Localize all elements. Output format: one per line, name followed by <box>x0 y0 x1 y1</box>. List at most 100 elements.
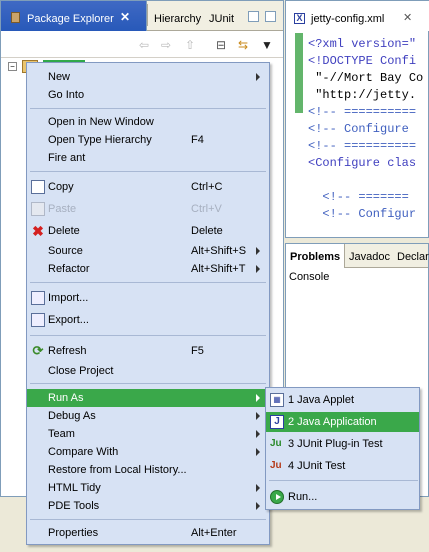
submenu-arrow-icon <box>256 430 260 438</box>
menu-accelerator: F5 <box>191 345 204 357</box>
menu-item-label: Refresh <box>48 345 87 357</box>
export-icon <box>31 313 45 327</box>
menu-item-label: Restore from Local History... <box>48 464 187 476</box>
import-icon <box>31 291 45 305</box>
copy-icon <box>31 180 45 194</box>
menu-separator <box>30 383 266 384</box>
menu-item-html-tidy[interactable]: HTML Tidy <box>27 479 269 497</box>
menu-item-label: Properties <box>48 527 99 539</box>
tab-divider <box>147 4 148 26</box>
menu-item-compare-with[interactable]: Compare With <box>27 443 269 461</box>
menu-accelerator: Delete <box>191 225 223 237</box>
menu-accelerator: Ctrl+C <box>191 181 223 193</box>
menu-item-run-as[interactable]: Run As <box>27 389 269 407</box>
menu-item-label: New <box>48 71 71 83</box>
menu-item-label: Paste <box>48 203 77 215</box>
package-explorer-tabbar: Package Explorer ✕ Hierarchy JUnit <box>1 1 283 31</box>
menu-item-label: Fire ant <box>48 152 86 164</box>
tree-collapse-icon[interactable]: − <box>8 62 17 71</box>
view-menu-icon[interactable]: ▼ <box>259 38 275 52</box>
menu-separator <box>269 480 418 481</box>
menu-item-open-type-hierarchy[interactable]: Open Type Hierarchy F4 <box>27 131 269 149</box>
menu-item-import[interactable]: Import... <box>27 289 269 307</box>
xml-file-icon: X <box>294 13 305 24</box>
submenu-item-java-application[interactable]: J 2 Java Application <box>266 412 419 432</box>
link-with-editor-icon[interactable]: ⇆ <box>235 38 251 52</box>
menu-item-copy[interactable]: Copy Ctrl+C <box>27 178 269 196</box>
menu-item-refactor[interactable]: Refactor Alt+Shift+T <box>27 260 269 278</box>
menu-item-label: PDE Tools <box>48 500 100 512</box>
menu-item-properties[interactable]: Properties Alt+Enter <box>27 524 269 542</box>
forward-arrow-icon[interactable]: ⇨ <box>158 38 174 52</box>
submenu-item-java-applet[interactable]: ▦ 1 Java Applet <box>266 390 419 410</box>
junit-icon: Ju <box>270 460 282 471</box>
menu-item-new[interactable]: New <box>27 68 269 86</box>
menu-accelerator: Alt+Shift+T <box>191 263 246 275</box>
menu-item-close-project[interactable]: Close Project <box>27 362 269 380</box>
submenu-item-label: Run... <box>288 491 318 503</box>
menu-item-label: Compare With <box>48 446 119 458</box>
menu-item-open-new-window[interactable]: Open in New Window <box>27 113 269 131</box>
submenu-arrow-icon <box>256 448 260 456</box>
menu-accelerator: F4 <box>191 134 204 146</box>
menu-item-refresh[interactable]: ⟳ Refresh F5 <box>27 342 269 360</box>
code-line: <!-- Configure <box>308 122 417 136</box>
menu-item-restore-local-history[interactable]: Restore from Local History... <box>27 461 269 479</box>
tab-junit[interactable]: JUnit <box>209 13 234 25</box>
menu-item-fire-ant[interactable]: Fire ant <box>27 149 269 167</box>
menu-item-debug-as[interactable]: Debug As <box>27 407 269 425</box>
run-icon <box>270 490 284 504</box>
context-menu: New Go Into Open in New Window Open Type… <box>26 62 270 545</box>
menu-item-go-into[interactable]: Go Into <box>27 86 269 104</box>
menu-item-team[interactable]: Team <box>27 425 269 443</box>
tab-package-explorer[interactable]: Package Explorer ✕ <box>1 1 147 31</box>
submenu-item-junit-test[interactable]: Ju 4 JUnit Test <box>266 456 419 476</box>
menu-separator <box>30 519 266 520</box>
editor-change-ruler <box>295 33 303 113</box>
submenu-arrow-icon <box>256 502 260 510</box>
editor-tabbar: X jetty-config.xml ✕ <box>286 1 429 31</box>
code-line: <!-- ======= <box>308 190 409 204</box>
java-application-icon: J <box>270 415 284 429</box>
tab-jetty-config[interactable]: X jetty-config.xml ✕ <box>286 1 429 31</box>
java-applet-icon: ▦ <box>270 393 284 407</box>
menu-item-label: HTML Tidy <box>48 482 101 494</box>
editor-area: X jetty-config.xml ✕ <?xml version=" <!D… <box>285 0 429 238</box>
menu-item-paste: Paste Ctrl+V <box>27 200 269 218</box>
tab-console[interactable]: Console <box>289 271 329 283</box>
editor-tab-label: jetty-config.xml <box>311 13 385 25</box>
menu-separator <box>30 108 266 109</box>
menu-item-label: Open in New Window <box>48 116 154 128</box>
tab-problems[interactable]: Problems <box>286 244 346 268</box>
submenu-item-junit-plugin-test[interactable]: Ju 3 JUnit Plug-in Test <box>266 434 419 454</box>
code-line: "http://jetty. <box>308 88 417 102</box>
submenu-arrow-icon <box>256 412 260 420</box>
menu-item-source[interactable]: Source Alt+Shift+S <box>27 242 269 260</box>
menu-accelerator: Alt+Enter <box>191 527 237 539</box>
menu-item-export[interactable]: Export... <box>27 311 269 329</box>
close-icon[interactable]: ✕ <box>118 10 132 24</box>
close-icon[interactable]: ✕ <box>403 11 412 24</box>
menu-accelerator: Ctrl+V <box>191 203 222 215</box>
submenu-item-label: 2 Java Application <box>288 416 377 428</box>
collapse-all-icon[interactable]: ⊟ <box>213 38 229 52</box>
submenu-item-run[interactable]: Run... <box>266 487 419 507</box>
menu-item-label: Import... <box>48 292 89 304</box>
menu-item-label: Run As <box>48 392 84 404</box>
submenu-arrow-icon <box>256 484 260 492</box>
maximize-icon[interactable] <box>265 11 276 22</box>
up-folder-icon[interactable]: ⇧ <box>182 38 198 52</box>
tab-declaration[interactable]: Declara <box>397 251 429 263</box>
tab-package-explorer-label: Package Explorer <box>27 13 114 25</box>
menu-item-delete[interactable]: ✖ Delete Delete <box>27 222 269 240</box>
menu-item-label: Source <box>48 245 83 257</box>
code-line: <!-- Configur <box>308 207 417 221</box>
menu-item-pde-tools[interactable]: PDE Tools <box>27 497 269 515</box>
minimize-icon[interactable] <box>248 11 259 22</box>
back-arrow-icon[interactable]: ⇦ <box>136 38 152 52</box>
tab-hierarchy[interactable]: Hierarchy <box>154 13 201 25</box>
submenu-item-label: 4 JUnit Test <box>288 460 346 472</box>
package-explorer-icon <box>11 12 20 23</box>
tab-javadoc[interactable]: Javadoc <box>349 251 390 263</box>
menu-item-label: Export... <box>48 314 89 326</box>
